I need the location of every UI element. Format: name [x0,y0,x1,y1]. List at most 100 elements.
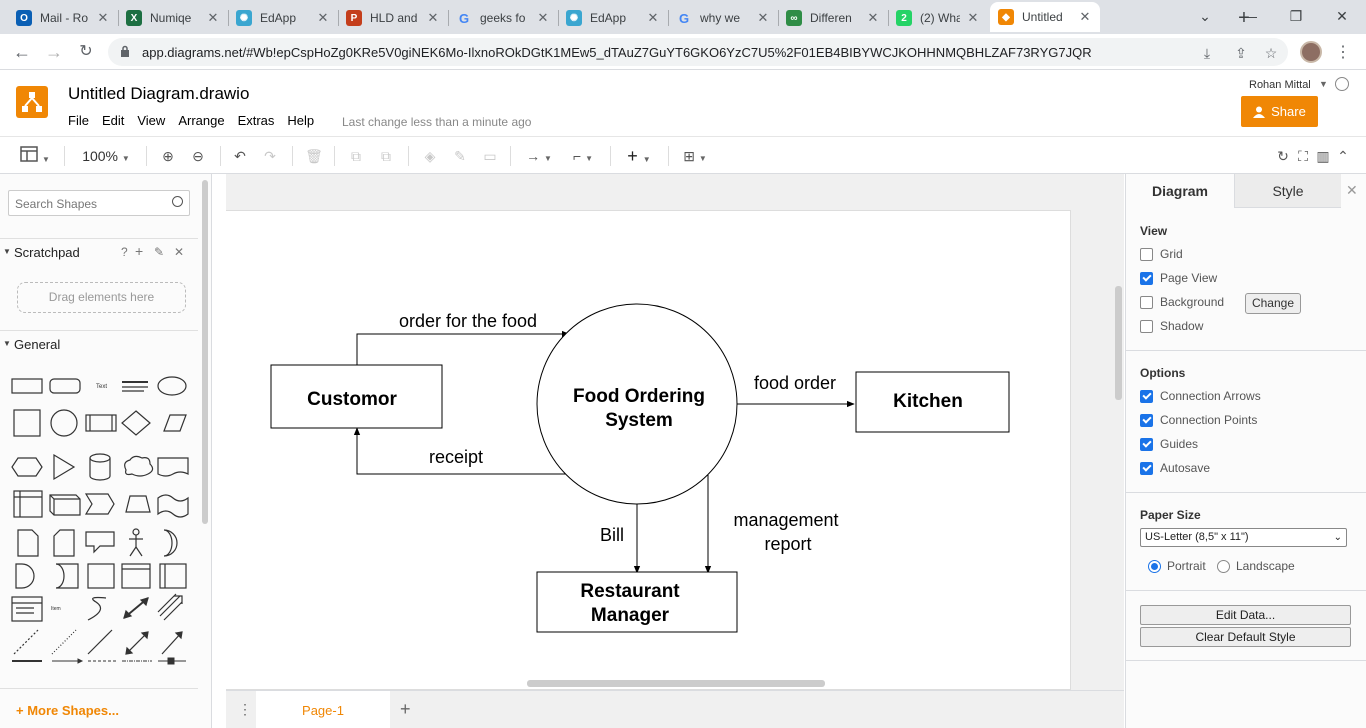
page-tab-active[interactable]: Page-1 [256,691,390,728]
more-shapes-button[interactable]: + More Shapes... [0,688,198,728]
close-tab-icon[interactable]: ✕ [206,10,220,26]
restaurant-manager-node[interactable]: Restaurant Manager [536,571,738,633]
arrow-shape[interactable] [157,593,183,621]
tab-diagram[interactable]: Diagram [1126,174,1234,208]
or-shape[interactable] [163,529,178,557]
hexagon-shape[interactable] [11,457,43,477]
food-ordering-system-node[interactable]: Food Ordering System [536,303,738,505]
browser-tab[interactable]: ◆ Untitled ✕ [990,2,1100,32]
swimlane-shape[interactable] [159,563,187,589]
share-button[interactable]: Share [1241,96,1318,127]
shadow-checkbox[interactable] [1140,319,1153,333]
install-app-icon[interactable]: ⤓ [1198,44,1216,62]
zoom-in-icon[interactable]: ⊕ [158,146,178,166]
connection-arrows-checkbox[interactable] [1140,389,1153,403]
grid-checkbox-row[interactable]: Grid [1140,246,1183,262]
table-icon[interactable]: ⊞ ▼ [678,146,712,166]
kitchen-node[interactable]: Kitchen [855,371,1010,433]
zoom-dropdown[interactable]: 100% ▼ [78,146,134,166]
browser-tab[interactable]: ∞ Differen ✕ [778,4,888,32]
menu-edit[interactable]: Edit [102,113,129,128]
menu-extras[interactable]: Extras [238,113,280,128]
browser-tab[interactable]: X Numiqe ✕ [118,4,228,32]
customer-node[interactable]: Customor [270,364,443,429]
circle-shape[interactable] [50,409,78,437]
bidirectional-connector-shape[interactable] [125,631,149,655]
curve-shape[interactable] [87,596,107,621]
cube-shape[interactable] [49,494,81,516]
line-color-icon[interactable]: ✎ [450,146,470,166]
close-tab-icon[interactable]: ✕ [866,10,880,26]
browser-tab[interactable]: O Mail - Ro ✕ [8,4,118,32]
view-panels-icon[interactable]: ▼ [20,146,50,166]
general-header[interactable]: ▼ General [0,330,198,356]
close-window-icon[interactable]: ✕ [1322,4,1362,28]
background-checkbox-row[interactable]: Background [1140,294,1224,310]
add-page-icon[interactable]: + [400,699,411,720]
landscape-radio[interactable] [1217,559,1230,573]
fullscreen-icon[interactable]: ⛶ [1294,146,1312,166]
textbox-shape[interactable] [122,381,148,392]
background-checkbox[interactable] [1140,295,1153,309]
fill-color-icon[interactable]: ◈ [420,146,440,166]
connection-arrows-row[interactable]: Connection Arrows [1140,388,1261,404]
help-icon[interactable]: ? [121,245,128,259]
data-storage-shape[interactable] [55,563,79,589]
paper-size-select[interactable]: US-Letter (8,5" x 11") ⌄ [1140,528,1347,547]
directional-connector-shape[interactable] [161,631,183,655]
menu-help[interactable]: Help [287,113,319,128]
clear-default-style-button[interactable]: Clear Default Style [1140,627,1351,647]
document-shape[interactable] [157,457,189,477]
link-shape[interactable] [52,658,84,664]
close-tab-icon[interactable]: ✕ [426,10,440,26]
container-shape[interactable] [121,563,151,589]
diagram-page[interactable]: Customor Food Ordering System Kitchen Re… [226,210,1071,690]
portrait-radio[interactable] [1148,559,1161,573]
forward-icon[interactable]: → [42,40,66,64]
autosave-checkbox[interactable] [1140,461,1153,475]
redo-icon[interactable]: ↷ [260,146,280,166]
edge-label-receipt[interactable]: receipt [429,447,483,467]
last-change-status[interactable]: Last change less than a minute ago [342,115,531,129]
browser-tab[interactable]: Ggeeks fo ✕ [448,4,558,32]
canvas-horizontal-scrollbar[interactable] [527,680,825,687]
triangle-shape[interactable] [53,453,76,481]
note-shape[interactable] [17,529,39,557]
autosave-row[interactable]: Autosave [1140,460,1210,476]
process-square-shape[interactable] [87,563,115,589]
document-title[interactable]: Untitled Diagram.drawio [68,84,249,104]
close-tab-icon[interactable]: ✕ [536,10,550,26]
zoom-out-icon[interactable]: ⊖ [188,146,208,166]
portrait-radio-row[interactable]: Portrait [1148,558,1206,574]
landscape-radio-row[interactable]: Landscape [1217,558,1295,574]
edge-label-management-line1[interactable]: management [733,510,838,530]
bidirectional-arrow-shape[interactable] [123,597,149,619]
line-shape[interactable] [87,629,113,655]
url-field[interactable]: app.diagrams.net/#Wb!epCspHoZg0KRe5V0giN… [108,38,1288,66]
connection-style-icon[interactable]: → ▼ [522,146,556,166]
guides-row[interactable]: Guides [1140,436,1198,452]
list-shape[interactable] [11,596,43,622]
search-shapes-input[interactable]: Search Shapes [8,190,190,216]
close-tab-icon[interactable]: ✕ [316,10,330,26]
edit-pencil-icon[interactable]: ✎ [154,245,164,259]
sidebar-scrollbar[interactable] [202,180,208,524]
close-tab-icon[interactable]: ✕ [96,10,110,26]
edge-order[interactable] [356,330,570,365]
reload-icon[interactable]: ↻ [74,40,98,64]
text-shape[interactable]: Text [96,384,107,390]
rectangle-shape[interactable] [11,378,43,394]
language-globe-icon[interactable] [1335,77,1349,91]
edit-data-button[interactable]: Edit Data... [1140,605,1351,625]
canvas-vertical-scrollbar[interactable] [1115,286,1122,400]
bookmark-star-icon[interactable]: ☆ [1262,44,1280,62]
callout-shape[interactable] [85,531,115,554]
tab-style[interactable]: Style [1234,174,1341,208]
menu-view[interactable]: View [137,113,170,128]
edge-label-food-order[interactable]: food order [754,373,836,393]
waypoints-icon[interactable]: ⌐ ▼ [566,146,600,166]
browser-tab[interactable]: Gwhy we ✕ [668,4,778,32]
undo-icon[interactable]: ↶ [230,146,250,166]
to-back-icon[interactable]: ⧉ [376,146,396,166]
scratchpad-header[interactable]: ▼ Scratchpad ? + ✎ ✕ [0,238,198,264]
